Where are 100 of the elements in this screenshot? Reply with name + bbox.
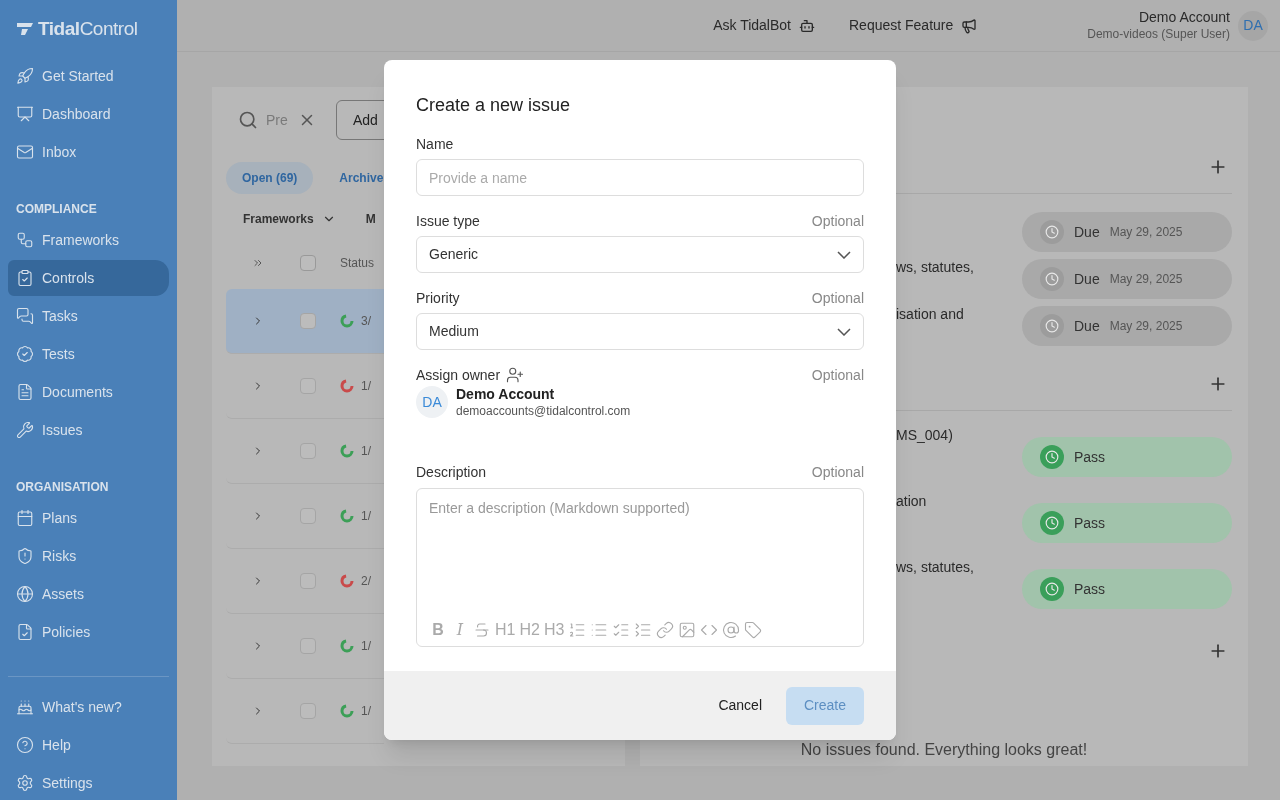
file-check-icon <box>16 623 34 641</box>
row-text: ws, statutes, <box>896 259 974 275</box>
rocket-icon <box>16 67 34 85</box>
status-count: 2/ <box>361 573 371 590</box>
owner-email: demoaccounts@tidalcontrol.com <box>456 403 631 419</box>
document-icon <box>16 383 34 401</box>
calendar-icon <box>16 509 34 527</box>
sidebar-item[interactable]: Help <box>8 727 169 763</box>
filter-dropdown[interactable]: M <box>365 210 376 228</box>
status-count: 1/ <box>361 638 371 655</box>
sidebar-item[interactable]: Inbox <box>8 134 169 170</box>
heading-button[interactable]: H1 <box>495 617 516 642</box>
search-icon <box>238 110 258 130</box>
section-heading: COMPLIANCE <box>15 201 98 218</box>
status-badge: Due May 29, 2025 <box>1022 259 1232 299</box>
mail-icon <box>16 143 34 161</box>
field-label: Name <box>416 134 454 154</box>
status-count: 1/ <box>361 378 371 395</box>
heading-button[interactable]: H2 <box>519 617 540 642</box>
status-badge: Due May 29, 2025 <box>1022 212 1232 252</box>
account-name: Demo Account <box>1138 9 1230 27</box>
add-user-icon[interactable] <box>506 366 525 384</box>
bold-button[interactable]: B <box>429 617 447 642</box>
globe-icon <box>16 585 34 603</box>
indent-icon[interactable] <box>634 620 653 639</box>
optional-label: Optional <box>811 211 864 231</box>
sidebar-item[interactable]: What's new? <box>8 689 169 725</box>
status-count: 1/ <box>361 508 371 525</box>
search-field[interactable]: Pre <box>266 109 290 131</box>
column-header: Status <box>340 255 375 272</box>
section-heading: ORGANISATION <box>15 479 110 496</box>
heading-button[interactable]: H3 <box>543 617 565 642</box>
optional-label: Optional <box>811 288 864 308</box>
avatar: DA <box>416 386 448 419</box>
sidebar-item[interactable]: Frameworks <box>8 222 169 258</box>
row-text: ation <box>896 493 927 509</box>
clock-icon <box>1040 511 1064 535</box>
help-icon <box>16 736 34 754</box>
logo-text: TidalControl <box>38 16 138 41</box>
italic-button[interactable]: I <box>451 617 469 642</box>
sidebar-item[interactable]: Dashboard <box>8 96 169 132</box>
checkbox[interactable] <box>300 313 316 329</box>
sidebar-item[interactable]: Issues <box>8 412 169 448</box>
sidebar-item[interactable]: Settings <box>8 765 169 800</box>
top-bar-link[interactable]: Ask TidalBot <box>713 15 815 36</box>
table-row[interactable]: 3/ <box>226 289 384 354</box>
status-count: 3/ <box>361 313 371 330</box>
tag-icon[interactable] <box>744 620 763 639</box>
field-label: Assign owner <box>416 365 501 385</box>
field-label: Description <box>416 463 487 482</box>
sidebar-item[interactable]: Tests <box>8 336 169 372</box>
sidebar-item[interactable]: Documents <box>8 374 169 410</box>
sidebar-item[interactable]: Get Started <box>8 58 169 94</box>
checkbox[interactable] <box>300 255 316 271</box>
strikethrough-icon[interactable] <box>473 620 491 639</box>
cancel-button[interactable]: Cancel <box>710 686 770 725</box>
status-badge: Pass <box>1022 503 1232 543</box>
settings-icon <box>16 774 34 792</box>
filter-tab[interactable]: Open (69) <box>226 162 314 194</box>
status-badge: Due May 29, 2025 <box>1022 306 1232 346</box>
row-text: MS_004) <box>896 427 953 443</box>
description-editor[interactable]: Enter a description (Markdown supported) B I H1 H2 H3 <box>416 487 864 647</box>
clock-icon <box>1040 445 1064 469</box>
chat-icon <box>16 307 34 325</box>
sidebar-item[interactable]: Risks <box>8 538 169 574</box>
sidebar-item[interactable]: Tasks <box>8 298 169 334</box>
chevron-down-icon <box>837 250 851 259</box>
status-badge: Pass <box>1022 437 1232 477</box>
name-input[interactable]: Provide a name <box>416 159 864 196</box>
filter-tab[interactable]: Archive <box>323 162 384 194</box>
badge-check-icon <box>16 345 34 363</box>
link-icon[interactable] <box>656 620 675 639</box>
top-bar-link[interactable]: Request Feature <box>849 15 978 36</box>
robot-icon <box>799 17 815 34</box>
image-icon[interactable] <box>678 620 697 639</box>
sidebar-item[interactable]: Assets <box>8 576 169 612</box>
chevron-down-icon <box>837 327 851 336</box>
megaphone-icon <box>961 17 978 34</box>
field-label: Priority <box>416 288 460 308</box>
shield-icon <box>16 547 34 565</box>
clipboard-check-icon <box>16 269 34 287</box>
row-text: ws, statutes, <box>896 559 974 575</box>
expand-all-icon[interactable] <box>252 257 264 269</box>
status-count: 1/ <box>361 703 371 720</box>
filter-dropdown[interactable]: Frameworks <box>243 210 336 228</box>
clock-icon <box>1040 314 1064 338</box>
select-field[interactable]: Medium <box>416 313 864 350</box>
avatar[interactable]: DA <box>1238 10 1268 41</box>
sidebar-item[interactable]: Plans <box>8 500 169 536</box>
sidebar-item[interactable]: Controls <box>8 260 169 296</box>
optional-label: Optional <box>811 463 864 482</box>
row-text: isation and <box>896 306 964 322</box>
field-label: Issue type <box>416 211 480 231</box>
select-field[interactable]: Generic <box>416 236 864 273</box>
sidebar-item[interactable]: Policies <box>8 614 169 650</box>
ordered-list-icon[interactable] <box>568 620 587 639</box>
optional-label: Optional <box>811 365 864 385</box>
tools-icon <box>16 421 34 439</box>
at-sign-icon[interactable] <box>722 620 741 639</box>
clock-icon <box>1040 220 1064 244</box>
